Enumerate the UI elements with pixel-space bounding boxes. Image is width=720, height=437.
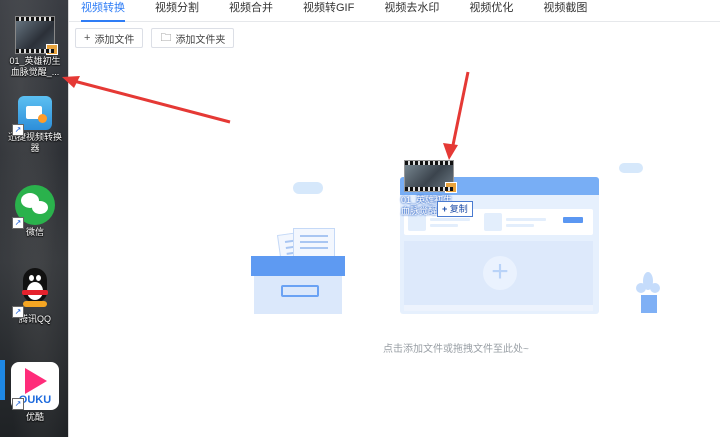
desktop-icon-video-file[interactable]: 01_英雄初生 血脉觉醒_... [4, 16, 66, 78]
tab-video-merge[interactable]: 视频合并 [229, 0, 273, 22]
tab-video-convert[interactable]: 视频转换 [81, 0, 125, 22]
copy-label: 复制 [449, 204, 468, 214]
add-folder-button[interactable]: 🗀 添加文件夹 [151, 28, 235, 48]
player-badge-icon [46, 44, 58, 55]
shortcut-arrow-icon: ↗ [12, 124, 24, 136]
add-file-button[interactable]: + 添加文件 [75, 28, 144, 48]
tab-video-split[interactable]: 视频分割 [155, 0, 199, 22]
plus-icon: + [84, 31, 91, 44]
shortcut-arrow-icon: ↗ [12, 217, 24, 229]
taskbar-edge [0, 360, 5, 400]
player-badge-icon [445, 182, 457, 193]
desktop-icon-wechat[interactable]: ↗ 微信 [4, 185, 66, 238]
desktop-icon-qq[interactable]: ↗ 腾讯QQ [4, 268, 66, 325]
drop-hint-text: 点击添加文件或拖拽文件至此处~ [383, 344, 529, 355]
tab-video-optimize[interactable]: 视频优化 [469, 0, 513, 22]
plant-pot-decoration [641, 295, 657, 313]
file-box-illustration [251, 256, 345, 276]
shortcut-arrow-icon: ↗ [12, 398, 24, 410]
folder-icon: 🗀 [160, 31, 172, 44]
plus-icon: + [442, 204, 448, 214]
plant-decoration [636, 283, 646, 293]
desktop-strip: 01_英雄初生 血脉觉醒_... ↗ 迅捷视频转换器 ↗ 微信 ↗ 腾讯QQ O… [0, 0, 68, 437]
tab-remove-watermark[interactable]: 视频去水印 [384, 0, 439, 22]
desktop-icon-label: 01_英雄初生 血脉觉醒_... [9, 56, 61, 77]
function-tabs: 视频转换 视频分割 视频合并 视频转GIF 视频去水印 视频优化 视频截图 [69, 0, 720, 22]
dragged-video-thumbnail [404, 160, 457, 193]
toolbar: + 添加文件 🗀 添加文件夹 [75, 28, 235, 48]
tab-video-screenshot[interactable]: 视频截图 [543, 0, 587, 22]
cloud-decoration [293, 182, 323, 194]
plant-decoration [650, 283, 660, 293]
add-plus-icon: + [483, 256, 517, 290]
desktop-icon-label: 优酷 [25, 412, 44, 422]
desktop-icon-video-converter[interactable]: ↗ 迅捷视频转换器 [4, 96, 66, 154]
video-converter-window: 视频转换 视频分割 视频合并 视频转GIF 视频去水印 视频优化 视频截图 + … [68, 0, 720, 437]
copy-drop-tooltip: + 复制 [437, 201, 473, 217]
add-folder-label: 添加文件夹 [175, 34, 226, 46]
tab-video-to-gif[interactable]: 视频转GIF [303, 0, 354, 22]
shortcut-arrow-icon: ↗ [12, 306, 24, 318]
file-box-slot [281, 285, 319, 297]
desktop-icon-youku[interactable]: OUKU ↗ 优酷 [4, 362, 66, 423]
cloud-decoration [619, 163, 643, 173]
video-file-thumbnail [15, 16, 58, 55]
add-file-label: 添加文件 [94, 34, 135, 46]
